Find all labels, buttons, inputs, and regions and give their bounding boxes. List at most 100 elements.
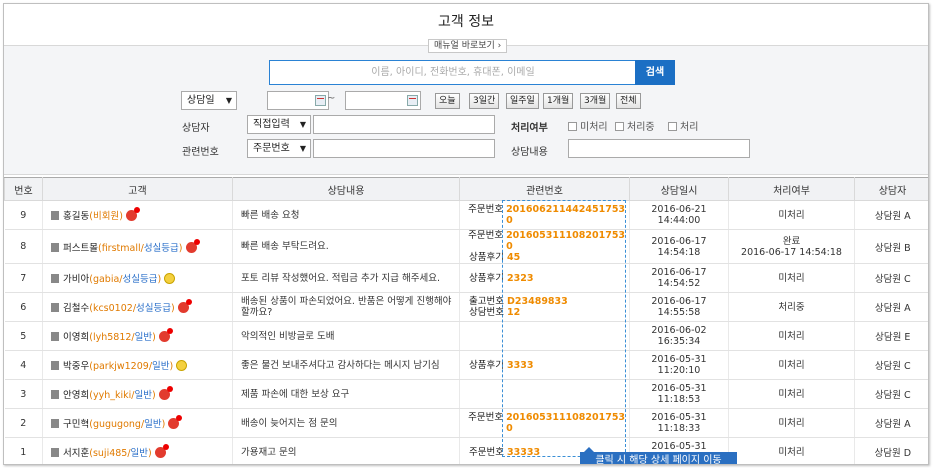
consultation-content[interactable]: 제품 파손에 대한 보상 요구 [232,379,460,409]
consultation-content[interactable]: 악의적인 비방글로 도배 [232,321,460,351]
customer-grade[interactable]: 성실등급 [136,303,171,314]
table-row[interactable]: 3 안영희(yyh_kiki/일반) 제품 파손에 대한 보상 요구 2016-05-… [4,379,928,409]
consultation-content[interactable]: 좋은 물건 보내주셔다고 감사하다는 메시지 남기심 [232,350,460,380]
consultation-content[interactable]: 가용재고 문의 [232,437,460,464]
customer-id[interactable]: parkjw1209 [93,361,149,372]
table-row[interactable]: 9 홍길동(비회원) 빠른 배송 요청 주문번호 2016062114424517530… [4,200,928,230]
related-value[interactable]: 2016053111082017530 [504,230,629,252]
status-unprocessed-checkbox[interactable]: 미처리 [568,118,608,133]
counselor-select[interactable]: 직접입력 ▼ [247,115,311,134]
related-entry[interactable]: 상품후기 2323 [461,273,630,284]
consultation-content[interactable]: 빠른 배송 부탁드려요. [232,229,460,264]
customer-cell[interactable]: 구민혁(gugugong/일반) [42,408,233,438]
related-value[interactable]: 12 [505,307,520,318]
related-number-cell[interactable]: 상품후기 2323 [459,263,630,293]
table-row[interactable]: 5 이영희(lyh5812/일반) 악의적인 비방글로 도배 2016-06-02 16… [4,321,928,351]
related-value[interactable]: 3333 [505,360,533,371]
related-entry[interactable]: 주문번호 2016053111082017530 [461,230,630,252]
table-row[interactable]: 8 퍼스트몰(firstmall/성실등급) 빠른 배송 부탁드려요. 주문번호 201… [4,229,928,264]
customer-grade[interactable]: 일반 [134,390,151,401]
calendar-icon[interactable] [407,95,418,106]
customer-id[interactable]: firstmall [102,243,141,254]
period-week-button[interactable]: 일주일 [506,93,539,109]
customer-name[interactable]: 서지훈 [63,448,89,459]
related-entry[interactable]: 상품후기 3333 [461,360,630,371]
customer-name[interactable]: 가비아 [63,274,89,285]
consultation-content[interactable]: 배송이 늦어지는 점 문의 [232,408,460,438]
related-value[interactable]: 2016053111082017530 [504,412,629,434]
table-row[interactable]: 7 가비아(gabia/성실등급) 포토 리뷰 작성했어요. 적립금 추가 지급 해… [4,263,928,293]
customer-id[interactable]: kcs0102 [93,303,133,314]
search-input[interactable]: 이름, 아이디, 전화번호, 휴대폰, 이메일 [269,60,637,85]
related-number-cell[interactable]: 주문번호 2016062114424517530 [459,200,630,230]
customer-cell[interactable]: 서지훈(suji485/일반) [42,437,233,464]
counselor-input[interactable] [313,115,495,134]
related-select[interactable]: 주문번호 ▼ [247,139,311,158]
search-button[interactable]: 검색 [635,60,675,85]
customer-cell[interactable]: 홍길동(비회원) [42,200,233,230]
period-1month-button[interactable]: 1개월 [543,93,574,109]
customer-grade[interactable]: 일반 [144,419,161,430]
customer-name[interactable]: 구민혁 [63,419,89,430]
status-processing-checkbox[interactable]: 처리중 [615,118,655,133]
customer-grade[interactable]: 일반 [135,332,152,343]
related-number-cell[interactable]: 출고번호 D23489833 상담번호 12 [459,292,630,322]
customer-cell[interactable]: 가비아(gabia/성실등급) [42,263,233,293]
date-from-input[interactable] [267,91,329,110]
customer-id[interactable]: gugugong [93,419,141,430]
customer-grade[interactable]: 일반 [152,361,169,372]
consultation-content[interactable]: 포토 리뷰 작성했어요. 적립금 추가 지급 해주세요. [232,263,460,293]
related-entry[interactable]: 주문번호 2016053111082017530 [461,412,630,434]
customer-grade[interactable]: 성실등급 [144,243,179,254]
related-number-cell[interactable]: 상품후기 3333 [459,350,630,380]
customer-grade[interactable]: 성실등급 [123,274,158,285]
table-row[interactable]: 4 박중우(parkjw1209/일반) 좋은 물건 보내주셔다고 감사하다는 메시… [4,350,928,380]
manual-button[interactable]: 매뉴얼 바로보기 › [428,39,508,53]
customer-id[interactable]: 비회원 [93,211,119,222]
date-type-select[interactable]: 상담일 ▼ [181,91,237,110]
related-number-cell[interactable]: 주문번호 2016053111082017530 상품후기 45 [459,229,630,264]
table-row[interactable]: 2 구민혁(gugugong/일반) 배송이 늦어지는 점 문의 주문번호 201605… [4,408,928,438]
related-input[interactable] [313,139,495,158]
related-entry[interactable]: 상품후기 45 [461,252,630,263]
related-entry[interactable]: 출고번호 D23489833 [461,296,630,307]
customer-name[interactable]: 이영희 [63,332,89,343]
related-entry[interactable]: 상담번호 12 [461,307,630,318]
consultation-content[interactable]: 배송된 상품이 파손되었어요. 반품은 어떻게 진행해야 할까요? [232,292,460,322]
content-input[interactable] [568,139,750,158]
customer-name[interactable]: 안영희 [63,390,89,401]
customer-grade[interactable]: 일반 [131,448,148,459]
period-today-button[interactable]: 오늘 [435,93,460,109]
related-value[interactable]: D23489833 [505,296,568,307]
customer-id[interactable]: lyh5812 [93,332,131,343]
customer-cell[interactable]: 김철수(kcs0102/성실등급) [42,292,233,322]
consultation-content[interactable]: 빠른 배송 요청 [232,200,460,230]
calendar-icon[interactable] [315,95,326,106]
customer-name[interactable]: 김철수 [63,303,89,314]
period-all-button[interactable]: 전체 [616,93,641,109]
related-value[interactable]: 2323 [505,273,533,284]
customer-cell[interactable]: 퍼스트몰(firstmall/성실등급) [42,229,233,264]
period-3days-button[interactable]: 3일간 [469,93,500,109]
customer-cell[interactable]: 박중우(parkjw1209/일반) [42,350,233,380]
period-3months-button[interactable]: 3개월 [580,93,611,109]
customer-name[interactable]: 퍼스트몰 [63,243,98,254]
customer-name[interactable]: 박중우 [63,361,89,372]
related-number-cell[interactable]: 주문번호 2016053111082017530 [459,408,630,438]
related-entry[interactable]: 주문번호 2016062114424517530 [461,204,630,226]
related-number-cell[interactable] [459,379,630,409]
customer-id[interactable]: yyh_kiki [93,390,131,401]
customer-id[interactable]: suji485 [93,448,127,459]
customer-id[interactable]: gabia [93,274,119,285]
customer-cell[interactable]: 안영희(yyh_kiki/일반) [42,379,233,409]
status-done-checkbox[interactable]: 처리 [668,118,698,133]
related-value[interactable]: 2016062114424517530 [504,204,629,226]
customer-name[interactable]: 홍길동 [63,211,89,222]
date-to-input[interactable] [345,91,421,110]
related-number-cell[interactable] [459,321,630,351]
related-value[interactable]: 33333 [505,447,540,458]
table-row[interactable]: 1 서지훈(suji485/일반) 가용재고 문의 주문번호 33333 2016-05-… [4,437,928,464]
related-value[interactable]: 45 [505,252,520,263]
table-row[interactable]: 6 김철수(kcs0102/성실등급) 배송된 상품이 파손되었어요. 반품은 어떻… [4,292,928,322]
customer-cell[interactable]: 이영희(lyh5812/일반) [42,321,233,351]
